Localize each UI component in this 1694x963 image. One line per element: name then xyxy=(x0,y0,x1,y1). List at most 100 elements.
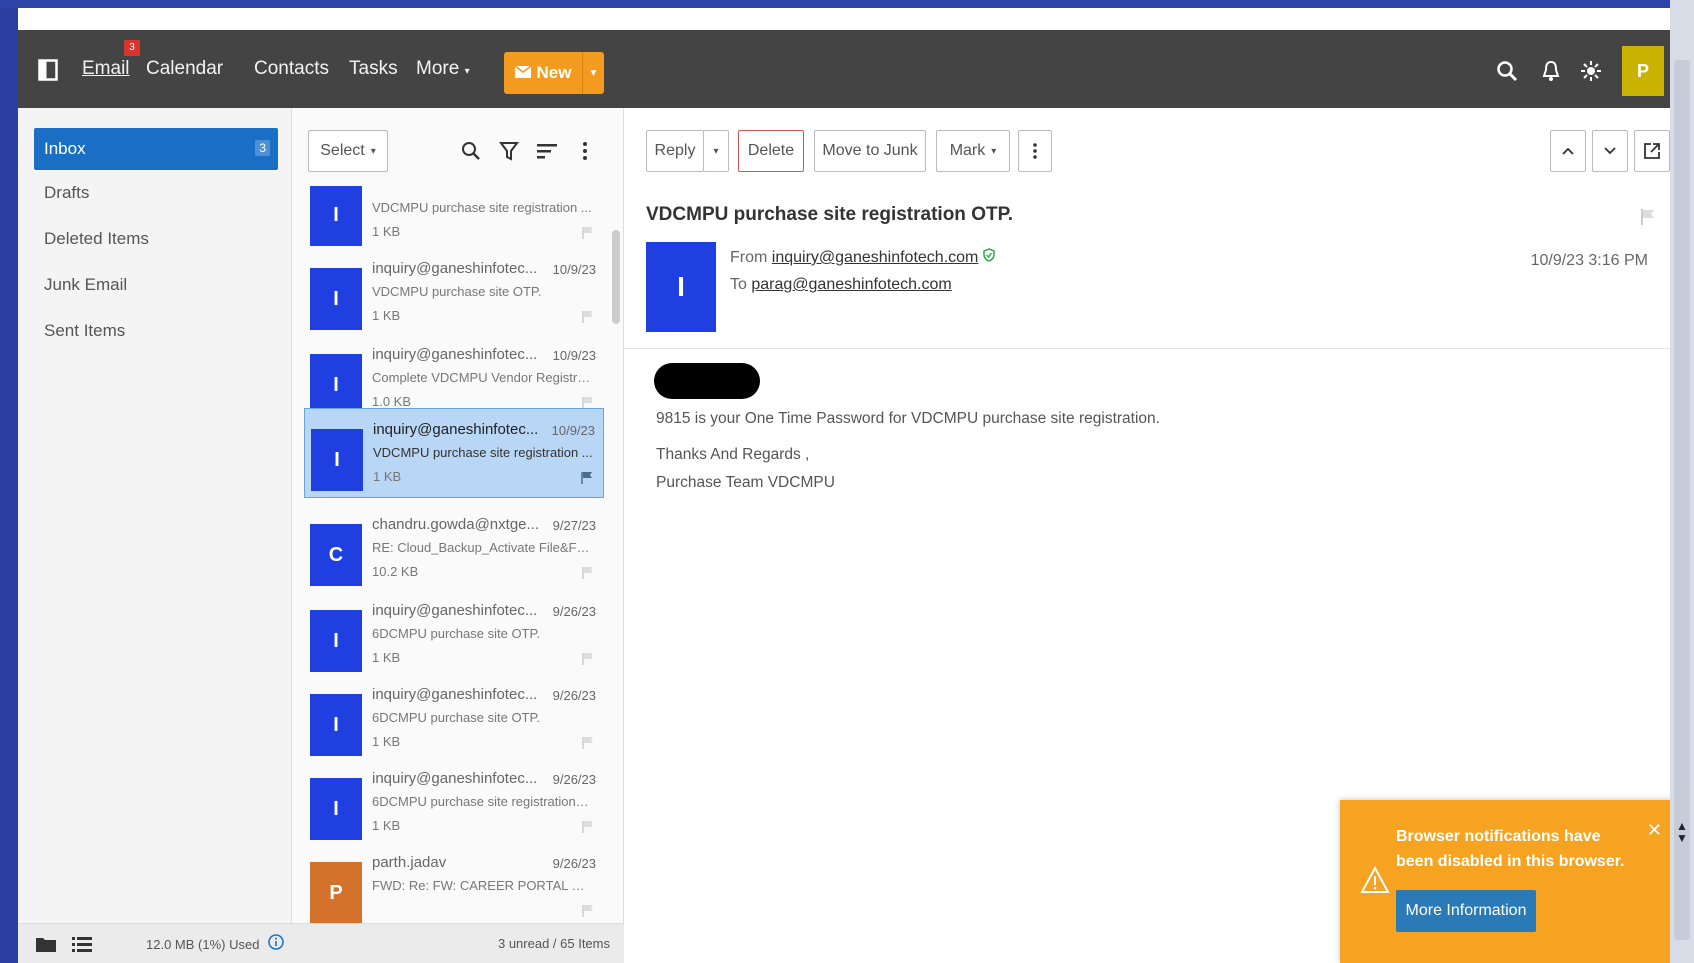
message-date: 10/9/23 xyxy=(551,423,595,438)
nav-calendar[interactable]: Calendar xyxy=(146,58,223,80)
message-subject: VDCMPU purchase site registration ... xyxy=(372,200,592,215)
next-message-button[interactable] xyxy=(1592,130,1628,172)
new-button[interactable]: New ▼ xyxy=(504,52,604,94)
message-list-item[interactable]: Iinquiry@ganeshinfotec... 9/26/23 6DCMPU p… xyxy=(304,590,604,680)
flag-icon[interactable] xyxy=(582,226,594,240)
mail-app: Email 3 Calendar Contacts Tasks More ▾ N… xyxy=(18,8,1670,963)
delete-button[interactable]: Delete xyxy=(738,130,804,172)
message-date: 9/26/23 xyxy=(552,772,596,787)
message-sender: chandru.gowda@nxtge... xyxy=(372,516,539,533)
message-size: 1 KB xyxy=(372,308,401,323)
folder-label: Inbox xyxy=(44,139,86,158)
message-size: 1 KB xyxy=(372,224,401,239)
email-body-line: 9815 is your One Time Password for VDCMP… xyxy=(656,410,1160,427)
sidebar-toggle-icon[interactable] xyxy=(28,50,68,90)
more-vertical-icon[interactable] xyxy=(572,138,598,164)
user-avatar[interactable]: P xyxy=(1622,46,1664,96)
redacted-block xyxy=(654,363,760,399)
message-list[interactable]: I VDCMPU purchase site registration ... 1 … xyxy=(292,186,624,923)
from-label: From xyxy=(730,249,768,266)
folder-view-icon[interactable] xyxy=(36,936,56,955)
reply-options-dropdown[interactable]: ▾ xyxy=(703,130,729,172)
flag-icon[interactable] xyxy=(582,820,594,834)
folder-junk-email[interactable]: Junk Email xyxy=(34,264,278,306)
message-list-item[interactable]: Iinquiry@ganeshinfotec... 9/26/23 6DCMPU p… xyxy=(304,758,604,848)
message-subject: 6DCMPU purchase site OTP. xyxy=(372,626,541,641)
message-list-item[interactable]: Iinquiry@ganeshinfotec... 10/9/23 VDCMPU p… xyxy=(304,408,604,498)
message-subject: RE: Cloud_Backup_Activate File&Fold... xyxy=(372,540,592,555)
storage-usage: 12.0 MB (1%) Used xyxy=(146,937,260,952)
folder-inbox[interactable]: Inbox 3 xyxy=(34,128,278,170)
folder-deleted-items[interactable]: Deleted Items xyxy=(34,218,278,260)
message-size: 10.2 KB xyxy=(372,564,419,579)
flag-icon[interactable] xyxy=(582,736,594,750)
message-list-item[interactable]: I VDCMPU purchase site registration ... 1 … xyxy=(304,186,604,254)
message-list-item[interactable]: Iinquiry@ganeshinfotec... 10/9/23 VDCMPU p… xyxy=(304,248,604,338)
message-date: 10/9/23 xyxy=(552,262,596,277)
more-vertical-icon[interactable] xyxy=(1018,130,1052,172)
nav-tasks[interactable]: Tasks xyxy=(349,58,398,80)
move-to-junk-button[interactable]: Move to Junk xyxy=(814,130,926,172)
close-icon[interactable]: ✕ xyxy=(1647,820,1662,841)
chevron-down-icon: ▾ xyxy=(991,145,997,157)
search-icon[interactable] xyxy=(1492,56,1522,86)
to-address-link[interactable]: parag@ganeshinfotech.com xyxy=(751,276,951,293)
theme-sun-icon[interactable] xyxy=(1576,56,1606,86)
new-dropdown-caret[interactable]: ▼ xyxy=(582,52,604,94)
list-footer: 3 unread / 65 Items xyxy=(292,923,624,963)
flag-icon[interactable] xyxy=(582,310,594,324)
nav-more[interactable]: More ▾ xyxy=(416,58,470,80)
folder-pane: Inbox 3 Drafts Deleted Items Junk Email … xyxy=(18,108,292,963)
sender-avatar: I xyxy=(310,610,362,672)
sender-avatar: P xyxy=(310,862,362,923)
new-button-label: New xyxy=(536,63,572,82)
scroll-arrows-icon[interactable]: ▲ ▼ xyxy=(1674,820,1690,844)
flag-icon[interactable] xyxy=(582,904,594,918)
previous-message-button[interactable] xyxy=(1550,130,1586,172)
message-list-item[interactable]: Cchandru.gowda@nxtge... 9/27/23 RE: Cloud_… xyxy=(304,504,604,594)
message-list-item[interactable]: Pparth.jadav 9/26/23 FWD: Re: FW: CAREER P… xyxy=(304,842,604,923)
list-view-icon[interactable] xyxy=(72,936,92,955)
message-subject: VDCMPU purchase site OTP. xyxy=(372,284,542,299)
mark-dropdown[interactable]: Mark ▾ xyxy=(936,130,1010,172)
message-subject: VDCMPU purchase site registration ... xyxy=(373,445,593,460)
from-address-link[interactable]: inquiry@ganeshinfotech.com xyxy=(772,249,979,266)
folder-drafts[interactable]: Drafts xyxy=(34,172,278,214)
flag-icon[interactable] xyxy=(1640,208,1656,231)
to-line: To parag@ganeshinfotech.com xyxy=(730,276,952,294)
bell-icon[interactable] xyxy=(1536,56,1566,86)
reply-button[interactable]: Reply xyxy=(646,130,704,172)
nav-email[interactable]: Email xyxy=(82,58,130,80)
sender-avatar: I xyxy=(310,354,362,416)
select-dropdown[interactable]: Select ▾ xyxy=(308,130,388,172)
message-subject: 6DCMPU purchase site registration O... xyxy=(372,794,592,809)
message-count: 3 unread / 65 Items xyxy=(497,936,610,951)
message-date: 9/26/23 xyxy=(552,604,596,619)
mark-label: Mark xyxy=(949,142,986,159)
message-sender: inquiry@ganeshinfotec... xyxy=(372,602,538,619)
search-icon[interactable] xyxy=(458,138,484,164)
folder-sent-items[interactable]: Sent Items xyxy=(34,310,278,352)
more-information-button[interactable]: More Information xyxy=(1396,890,1536,932)
nav-contacts[interactable]: Contacts xyxy=(254,58,329,80)
sender-avatar: I xyxy=(310,694,362,756)
info-icon[interactable] xyxy=(268,934,284,953)
email-body-line: Thanks And Regards , xyxy=(656,446,810,463)
message-size: 1 KB xyxy=(372,734,401,749)
filter-icon[interactable] xyxy=(496,138,522,164)
message-sender: inquiry@ganeshinfotec... xyxy=(372,686,538,703)
popout-icon[interactable] xyxy=(1634,130,1670,172)
sender-avatar: C xyxy=(310,524,362,586)
window-top-edge xyxy=(0,0,1694,8)
flag-icon[interactable] xyxy=(582,652,594,666)
sender-avatar: I xyxy=(646,242,716,332)
window-scrollbar[interactable]: ▲ ▼ xyxy=(1670,0,1694,963)
message-list-item[interactable]: Iinquiry@ganeshinfotec... 9/26/23 6DCMPU p… xyxy=(304,674,604,764)
scrollbar-track[interactable] xyxy=(1674,60,1690,940)
sort-icon[interactable] xyxy=(534,138,560,164)
flag-icon[interactable] xyxy=(581,471,593,485)
email-unread-badge: 3 xyxy=(124,40,140,56)
list-scrollbar[interactable] xyxy=(612,230,620,324)
flag-icon[interactable] xyxy=(582,566,594,580)
message-subject: Complete VDCMPU Vendor Registrat... xyxy=(372,370,592,385)
